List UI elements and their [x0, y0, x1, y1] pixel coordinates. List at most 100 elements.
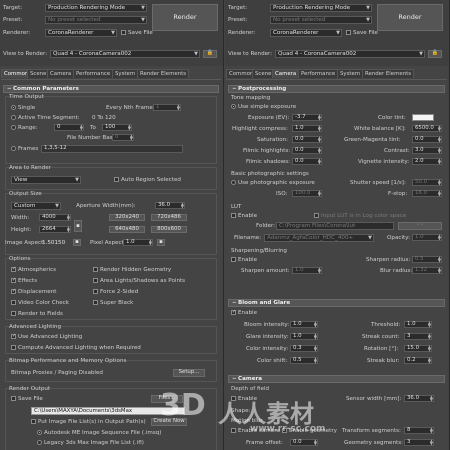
checkbox-icon[interactable]	[231, 309, 236, 315]
spinner-icon[interactable]: ▲ ▼	[314, 439, 317, 446]
render-output-save-file-toggle[interactable]: Save File	[11, 396, 43, 402]
checkbox-icon[interactable]	[93, 278, 98, 283]
file-number-base-field[interactable]: 0 ▲ ▼	[112, 134, 134, 141]
range-radio[interactable]: Range:	[11, 125, 38, 131]
auto-region-toggle[interactable]: Auto Region Selected	[114, 177, 181, 183]
rotation-field[interactable]: 15.0 ▲ ▼	[404, 345, 432, 352]
render-button[interactable]: Render	[377, 4, 443, 31]
option-render-to-fields[interactable]: Render to Fields	[11, 311, 63, 317]
active-time-radio[interactable]: Active Time Segment:	[11, 115, 80, 121]
range-to-field[interactable]: 100 ▲ ▼	[102, 124, 132, 131]
lock-view-button[interactable]: 🔒	[428, 50, 442, 58]
bitmap-setup-button[interactable]: Setup...	[173, 369, 205, 377]
checkbox-icon[interactable]	[11, 288, 16, 294]
save-file-checkbox[interactable]	[346, 30, 351, 35]
spinner-icon[interactable]: ▲ ▼	[314, 333, 317, 340]
checkbox-icon[interactable]	[11, 311, 16, 316]
spinner-icon[interactable]: ▲ ▼	[430, 427, 433, 434]
saturation-field[interactable]: 0.0 ▲ ▼	[292, 136, 322, 143]
spinner-icon[interactable]: ▲ ▼	[128, 124, 131, 131]
frame-offset-field[interactable]: 0.0 ▲ ▼	[290, 439, 318, 446]
tab-system[interactable]: System	[112, 69, 139, 78]
bloom-intensity-field[interactable]: 1.0 ▲ ▼	[290, 321, 318, 328]
spinner-icon[interactable]: ▲ ▼	[430, 395, 433, 402]
color-shift-field[interactable]: 0.5 ▲ ▼	[290, 357, 318, 364]
every-nth-field[interactable]: 1 ▲ ▼	[153, 104, 181, 111]
filmic-highlights-field[interactable]: 0.0 ▲ ▼	[292, 147, 322, 154]
lut-browse-button[interactable]: ‹ ›	[398, 222, 442, 230]
option-atmospherics[interactable]: Atmospherics	[11, 266, 56, 273]
spinner-icon[interactable]: ▲ ▼	[130, 134, 133, 141]
preset-320x240-button[interactable]: 320x240	[109, 214, 145, 221]
checkbox-icon[interactable]	[11, 333, 16, 339]
f-stop-field[interactable]: 16.0 ▲ ▼	[412, 190, 442, 197]
tab-camera[interactable]: Camera	[272, 69, 300, 78]
spinner-icon[interactable]: ▲ ▼	[181, 202, 184, 209]
vignette-field[interactable]: 2.0 ▲ ▼	[412, 158, 442, 165]
spinner-icon[interactable]: ▲ ▼	[428, 357, 431, 364]
lut-folder-field[interactable]: C:\Program Files\Corona\lut	[276, 222, 394, 230]
spinner-icon[interactable]: ▲ ▼	[318, 267, 321, 274]
streak-blur-field[interactable]: 0.2 ▲ ▼	[404, 357, 432, 364]
save-file-toggle[interactable]: Save File	[121, 30, 153, 36]
preset-800x600-button[interactable]: 800x600	[151, 226, 187, 233]
opacity-field[interactable]: 1.0 ▲ ▼	[412, 234, 442, 241]
spinner-icon[interactable]: ▲ ▼	[318, 114, 321, 121]
sensor-width-field[interactable]: 36.0 ▲ ▼	[404, 395, 434, 402]
spinner-icon[interactable]: ▲ ▼	[314, 321, 317, 328]
option-video-color-check[interactable]: Video Color Check	[11, 300, 69, 306]
spinner-icon[interactable]: ▲ ▼	[438, 158, 441, 165]
spinner-icon[interactable]: ▲ ▼	[318, 190, 321, 197]
option-render-hidden-geometry[interactable]: Render Hidden Geometry	[93, 267, 171, 273]
lut-log-toggle[interactable]: Input LUT is in Log color space	[314, 213, 406, 219]
use-simple-exposure-radio[interactable]: Use simple exposure	[231, 104, 296, 110]
lock-image-aspect-button[interactable]: ▪	[73, 239, 81, 246]
lock-aspect-button[interactable]: ▪	[74, 220, 82, 232]
highlight-compress-field[interactable]: 1.0 ▲ ▼	[292, 125, 322, 132]
spinner-icon[interactable]: ▲ ▼	[177, 104, 180, 111]
preset-dropdown[interactable]: No preset selected ▼	[45, 16, 147, 24]
checkbox-icon[interactable]	[11, 277, 16, 283]
spinner-icon[interactable]: ▲ ▼	[314, 345, 317, 352]
tab-system[interactable]: System	[337, 69, 364, 78]
tab-camera[interactable]: Camera	[47, 69, 75, 78]
iso-field[interactable]: 100.0 ▲ ▼	[292, 190, 322, 197]
option-displacement[interactable]: Displacement	[11, 288, 56, 295]
spinner-icon[interactable]: ▲ ▼	[438, 190, 441, 197]
streak-count-field[interactable]: 3 ▲ ▼	[404, 333, 432, 340]
autodesk-imsq-radio[interactable]: Autodesk ME Image Sequence File (.imsq)	[37, 430, 161, 436]
single-radio[interactable]: Single	[11, 105, 35, 111]
blur-radius-field[interactable]: 1.32 ▲ ▼	[412, 267, 442, 274]
range-from-field[interactable]: 0 ▲ ▼	[54, 124, 84, 131]
spinner-icon[interactable]: ▲ ▼	[149, 239, 152, 246]
filmic-shadows-field[interactable]: 0.0 ▲ ▼	[292, 158, 322, 165]
option-force-2-sided[interactable]: Force 2-Sided	[93, 289, 138, 295]
option-super-black[interactable]: Super Black	[93, 300, 133, 306]
spinner-icon[interactable]: ▲ ▼	[428, 345, 431, 352]
lock-pixel-aspect-button[interactable]: ▪	[157, 239, 165, 246]
bloom-enable-toggle[interactable]: Enable	[231, 309, 257, 316]
spinner-icon[interactable]: ▲ ▼	[67, 214, 70, 221]
checkbox-icon[interactable]	[314, 213, 319, 218]
spinner-icon[interactable]: ▲ ▼	[438, 125, 441, 132]
target-dropdown[interactable]: Production Rendering Mode ▼	[270, 4, 372, 12]
white-balance-field[interactable]: 6500.0 ▲ ▼	[412, 125, 442, 132]
spinner-icon[interactable]: ▲ ▼	[438, 147, 441, 154]
pixel-aspect-field[interactable]: 1.0 ▲ ▼	[123, 239, 153, 246]
area-to-render-dropdown[interactable]: View ▼	[11, 176, 81, 184]
spinner-icon[interactable]: ▲ ▼	[318, 125, 321, 132]
lock-view-button[interactable]: 🔒	[203, 50, 217, 58]
spinner-icon[interactable]: ▲ ▼	[438, 179, 441, 186]
renderer-dropdown[interactable]: CoronaRenderer ▼	[45, 29, 117, 37]
postprocessing-rollout[interactable]: −Postprocessing	[228, 85, 445, 93]
checkbox-icon[interactable]	[11, 266, 16, 272]
green-magenta-field[interactable]: 0.0 ▲ ▼	[412, 136, 442, 143]
spinner-icon[interactable]: ▲ ▼	[430, 439, 433, 446]
threshold-field[interactable]: 1.0 ▲ ▼	[404, 321, 432, 328]
transform-segments-field[interactable]: 8 ▲ ▼	[404, 427, 434, 434]
tab-performance[interactable]: Performance	[73, 69, 114, 78]
checkbox-icon[interactable]	[93, 300, 98, 305]
compute-advanced-lighting-toggle[interactable]: Compute Advanced Lighting when Required	[11, 345, 141, 351]
view-to-render-dropdown[interactable]: Quad 4 - CoronaCamera002 ▼	[50, 50, 200, 58]
camera-rollout[interactable]: −Camera	[228, 375, 445, 383]
